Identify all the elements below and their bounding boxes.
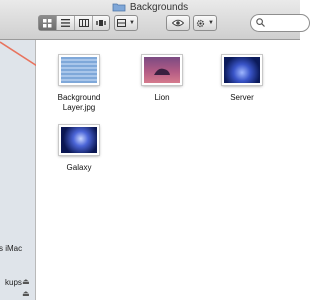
coverflow-icon (96, 20, 106, 26)
file-name: Galaxy (66, 163, 92, 172)
lion-image (154, 68, 170, 75)
window-title-area: Backgrounds (0, 1, 300, 13)
column-view-button[interactable] (75, 16, 93, 30)
file-thumbnail (59, 55, 99, 85)
window-title: Backgrounds (129, 1, 189, 13)
gear-icon (196, 19, 205, 27)
columns-icon (78, 19, 89, 27)
file-item[interactable]: Lion (131, 55, 193, 103)
list-icon (61, 19, 70, 27)
file-name: Background Layer.jpg (57, 93, 101, 112)
file-item[interactable]: Galaxy (48, 125, 110, 173)
eye-icon (172, 19, 184, 27)
file-item[interactable]: Background Layer.jpg (48, 55, 110, 113)
sidebar-item-backups[interactable]: kups (5, 278, 22, 287)
eject-icon[interactable]: ⏏ (22, 289, 30, 298)
eject-icon[interactable]: ⏏ (22, 277, 30, 286)
quick-look-button[interactable] (166, 15, 190, 31)
icon-view-button[interactable] (39, 16, 57, 30)
arrange-icon (117, 19, 127, 27)
file-name: Server (230, 93, 254, 102)
action-button[interactable]: ▼ (193, 15, 217, 31)
folder-icon (112, 3, 126, 12)
coverflow-view-button[interactable] (93, 16, 109, 30)
list-view-button[interactable] (57, 16, 75, 30)
sidebar-item-imac[interactable]: s iMac (0, 244, 22, 253)
file-name: Lion (154, 93, 170, 102)
search-icon (256, 18, 265, 27)
file-thumbnail (222, 55, 262, 85)
file-grid: Background Layer.jpg Lion Server Galaxy (36, 40, 300, 300)
chevron-down-icon: ▼ (208, 20, 214, 26)
window-toolbar: Backgrounds ▼ ▼ (0, 0, 310, 40)
chevron-down-icon: ▼ (129, 20, 135, 26)
view-mode-segmented-control[interactable] (38, 15, 110, 31)
file-thumbnail (142, 55, 182, 85)
search-field[interactable] (250, 14, 310, 32)
file-item[interactable]: Server (211, 55, 273, 103)
arrange-button[interactable]: ▼ (114, 15, 138, 31)
file-thumbnail (59, 125, 99, 155)
grid-icon (43, 18, 52, 27)
